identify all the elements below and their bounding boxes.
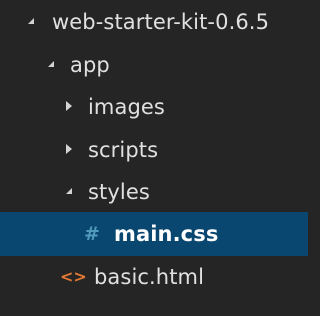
css-file-icon: # — [84, 222, 100, 245]
html-file-icon: <> — [60, 267, 87, 286]
collapsed-arrow-icon[interactable] — [58, 144, 80, 157]
file-explorer-tree: web-starter-kit-0.6.5 app images scripts… — [0, 0, 308, 316]
expanded-arrow-icon[interactable] — [20, 16, 42, 29]
tree-item-label: basic.html — [94, 265, 205, 289]
tree-item-label: images — [88, 95, 165, 119]
expanded-arrow-icon[interactable] — [58, 186, 80, 199]
tree-item-label: main.css — [114, 222, 219, 246]
collapsed-arrow-icon[interactable] — [58, 101, 80, 114]
tree-item-styles-folder[interactable]: styles — [0, 170, 308, 214]
tree-item-label: web-starter-kit-0.6.5 — [52, 10, 270, 34]
expanded-arrow-icon[interactable] — [40, 59, 62, 72]
tree-item-main-css[interactable]: # main.css — [0, 212, 308, 256]
tree-item-scripts-folder[interactable]: scripts — [0, 128, 308, 172]
tree-item-root-folder[interactable]: web-starter-kit-0.6.5 — [0, 0, 308, 44]
tree-item-label: scripts — [88, 138, 159, 162]
tree-item-label: app — [70, 53, 110, 77]
tree-item-images-folder[interactable]: images — [0, 85, 308, 129]
tree-item-basic-html[interactable]: <> basic.html — [0, 255, 308, 299]
tree-item-label: styles — [88, 180, 150, 204]
tree-item-app-folder[interactable]: app — [0, 43, 308, 87]
